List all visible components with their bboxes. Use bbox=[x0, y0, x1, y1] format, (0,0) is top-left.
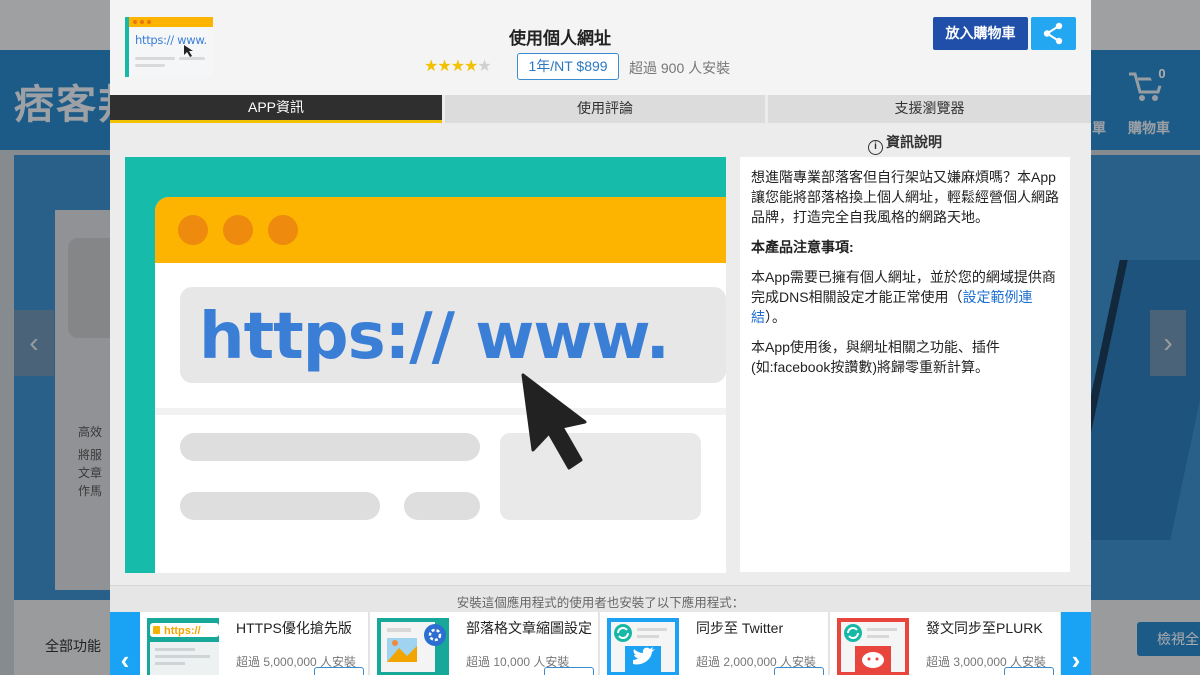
install-count: 超過 900 人安裝 bbox=[629, 60, 731, 76]
tab-supported-browsers[interactable]: 支援瀏覽器 bbox=[768, 95, 1091, 123]
chevron-left-icon: ‹ bbox=[120, 645, 130, 675]
mouse-pointer-icon bbox=[184, 45, 193, 57]
share-button[interactable] bbox=[1031, 17, 1076, 50]
app-title: 使用個人網址 bbox=[509, 29, 611, 48]
tab-reviews[interactable]: 使用評論 bbox=[445, 95, 765, 123]
tab-bar: APP資訊 使用評論 支援瀏覽器 bbox=[110, 95, 1091, 123]
notice-text: 本App需要已擁有個人網址，並於您的網域提供商完成DNS相關設定才能正常使用（設… bbox=[751, 269, 1056, 325]
related-prev-button[interactable]: ‹ bbox=[110, 612, 140, 675]
app-thumbnail-url: https:// www. bbox=[135, 33, 207, 47]
info-heading: i 資訊說明 bbox=[868, 132, 942, 155]
price-badge[interactable]: 1年/NT $899 bbox=[517, 53, 619, 80]
related-app-card[interactable]: https:// HTTPS優化搶先版 超過 5,000,000 人安裝 bbox=[140, 612, 369, 675]
related-next-button[interactable]: › bbox=[1061, 612, 1091, 675]
related-app-name: 發文同步至PLURK bbox=[926, 620, 1043, 636]
notice-title: 本產品注意事項: bbox=[751, 239, 854, 255]
app-detail-modal: https:// www. 使用個人網址 ★★★★★ 1年/NT $899 超過… bbox=[110, 0, 1091, 675]
related-app-name: HTTPS優化搶先版 bbox=[236, 620, 352, 636]
description-intro: 想進階專業部落客但自行架站又嫌麻煩嗎？本App讓您能將部落格換上個人網址，輕鬆經… bbox=[751, 169, 1059, 225]
add-to-cart-button[interactable]: 放入購物車 bbox=[933, 17, 1028, 50]
share-icon bbox=[1043, 22, 1063, 45]
related-app-thumbnail bbox=[837, 618, 909, 675]
star-empty-icon: ★ bbox=[477, 58, 491, 75]
related-app-thumbnail bbox=[377, 618, 449, 675]
app-thumbnail: https:// www. bbox=[125, 17, 213, 77]
related-app-card[interactable]: 部落格文章縮圖設定 超過 10,000 人安裝 bbox=[370, 612, 599, 675]
tab-app-info[interactable]: APP資訊 bbox=[110, 95, 442, 123]
related-app-tag bbox=[314, 667, 364, 675]
related-app-tag bbox=[1004, 667, 1054, 675]
related-app-name: 同步至 Twitter bbox=[696, 620, 784, 636]
star-rating: ★★★★★ bbox=[424, 56, 492, 76]
info-heading-label: 資訊說明 bbox=[886, 134, 942, 150]
related-app-thumb-text: https:// bbox=[164, 625, 201, 637]
app-screenshot: https:// www. bbox=[125, 157, 726, 573]
star-icon: ★★★★ bbox=[424, 58, 478, 75]
reset-note: 本App使用後，與網址相關之功能、插件(如:facebook按讚數)將歸零重新計… bbox=[751, 339, 1000, 375]
related-app-tag bbox=[544, 667, 594, 675]
related-app-card[interactable]: 發文同步至PLURK 超過 3,000,000 人安裝 bbox=[830, 612, 1061, 675]
chevron-right-icon: › bbox=[1071, 645, 1081, 675]
related-app-tag bbox=[774, 667, 824, 675]
related-app-thumbnail: https:// bbox=[147, 618, 219, 675]
related-app-name: 部落格文章縮圖設定 bbox=[466, 620, 592, 636]
related-apps-caption: 安裝這個應用程式的使用者也安裝了以下應用程式： bbox=[456, 596, 745, 610]
info-icon: i bbox=[868, 140, 883, 155]
related-app-thumbnail bbox=[607, 618, 679, 675]
screenshot-url-text: https:// www. bbox=[199, 300, 670, 374]
app-description: 想進階專業部落客但自行架站又嫌麻煩嗎？本App讓您能將部落格換上個人網址，輕鬆經… bbox=[740, 157, 1070, 572]
related-app-card[interactable]: 同步至 Twitter 超過 2,000,000 人安裝 bbox=[600, 612, 829, 675]
